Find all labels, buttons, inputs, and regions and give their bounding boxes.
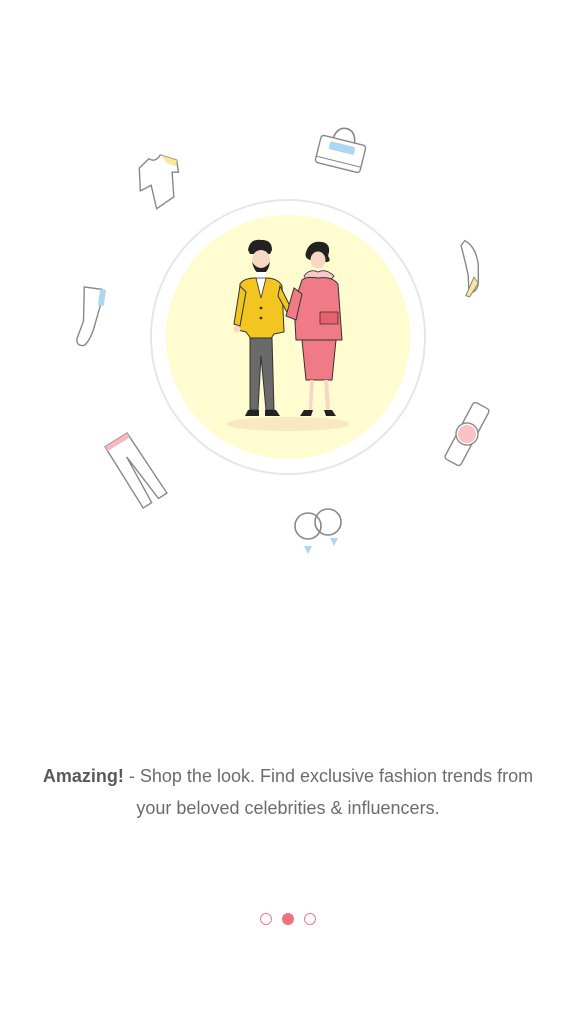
page-dot-3[interactable] — [304, 913, 316, 925]
handbag-icon — [314, 127, 367, 174]
earrings-icon — [294, 508, 342, 554]
caption-lead: Amazing! — [42, 766, 124, 786]
onboarding-caption: Amazing! - Shop the look. Find exclusive… — [40, 760, 536, 824]
watch-icon — [444, 401, 490, 467]
caption-text: - Shop the look. Find exclusive fashion … — [123, 766, 534, 818]
sneaker-icon — [76, 286, 107, 347]
trousers-icon — [104, 432, 168, 509]
onboarding-illustration — [0, 0, 576, 620]
tshirt-icon — [138, 154, 180, 210]
page-indicator — [0, 913, 576, 925]
page-dot-2-active[interactable] — [282, 913, 294, 925]
page-dot-1[interactable] — [260, 913, 272, 925]
fashion-couple-illustration — [226, 239, 350, 431]
high-heel-icon — [460, 239, 480, 298]
